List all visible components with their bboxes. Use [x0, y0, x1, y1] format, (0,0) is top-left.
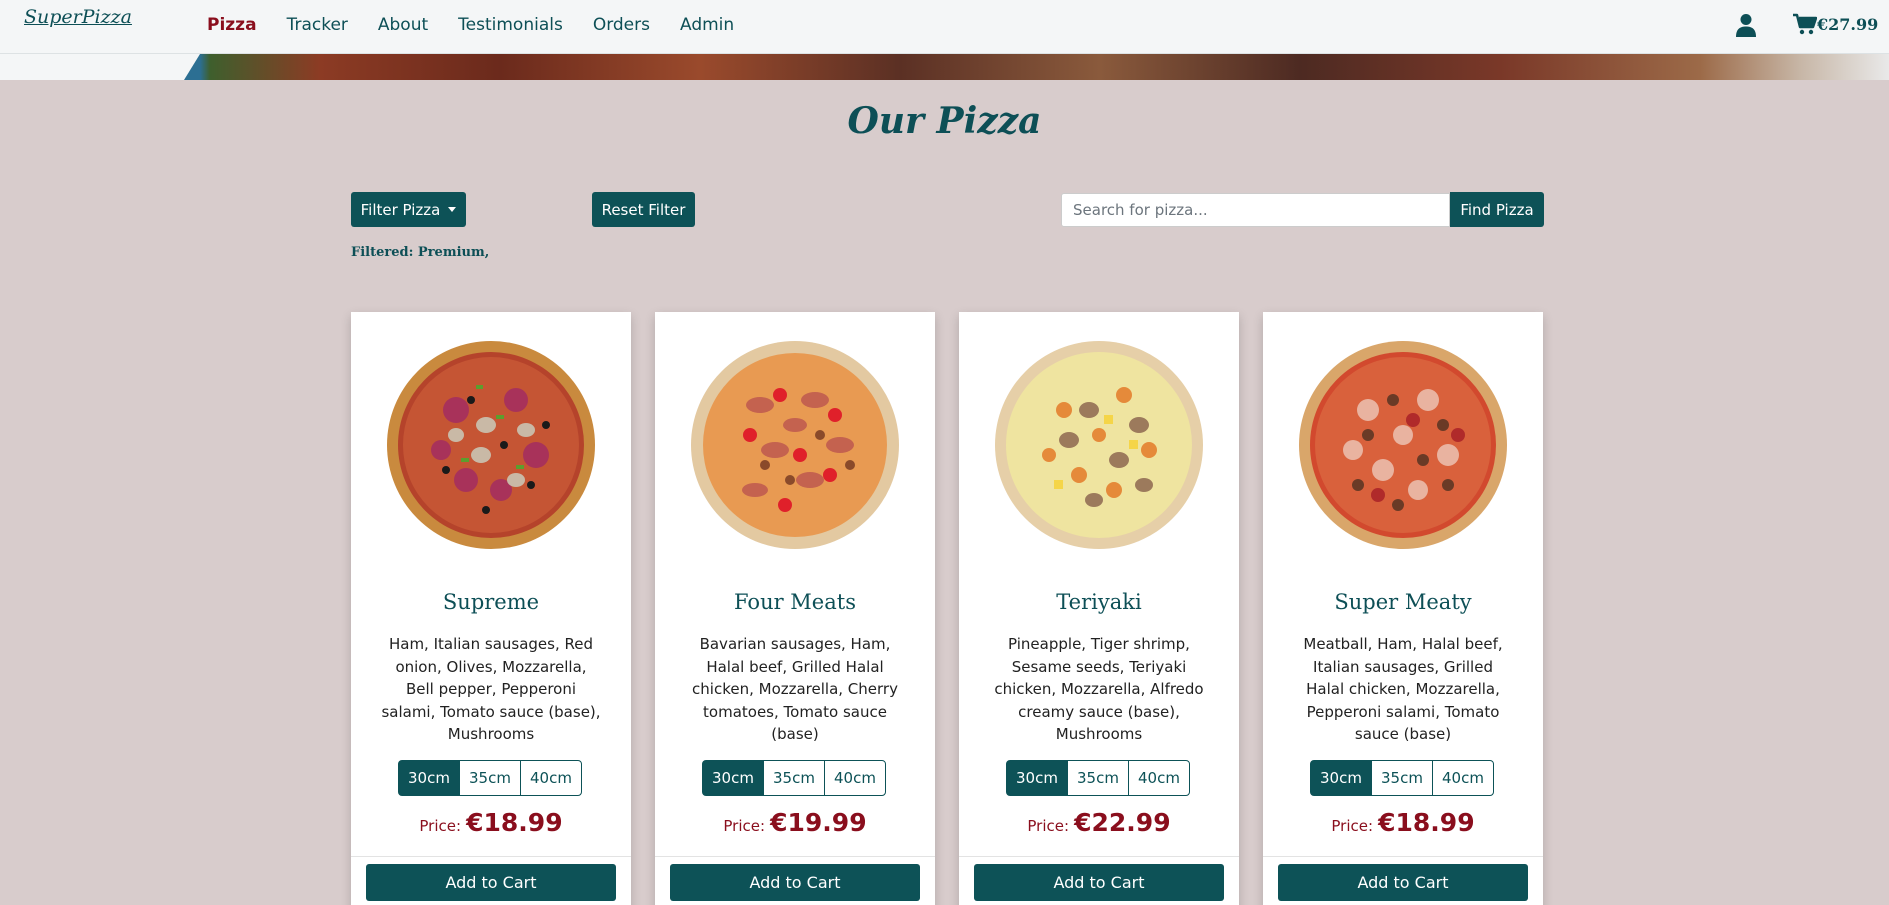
filter-pizza-label: Filter Pizza: [360, 200, 441, 219]
hero-banner: [0, 54, 1889, 80]
price-label: Price:: [1331, 817, 1374, 835]
pizza-card-super-meaty: Super Meaty Meatball, Ham, Halal beef, I…: [1263, 312, 1543, 905]
size-selector: 30cm 35cm 40cm: [398, 760, 582, 796]
price: Price: €19.99: [655, 808, 935, 837]
pizza-name: Super Meaty: [1334, 590, 1472, 614]
add-to-cart-button[interactable]: Add to Cart: [1278, 864, 1528, 901]
price: Price: €18.99: [351, 808, 631, 837]
size-option-30cm[interactable]: 30cm: [702, 760, 764, 796]
nav-link-testimonials[interactable]: Testimonials: [458, 15, 563, 35]
pizza-image: [387, 341, 595, 549]
cart-link[interactable]: €27.99: [1793, 13, 1878, 35]
size-option-35cm[interactable]: 35cm: [1371, 760, 1433, 796]
pizza-image: [691, 341, 899, 549]
price-label: Price:: [419, 817, 462, 835]
pizza-description: Meatball, Ham, Halal beef, Italian sausa…: [1303, 635, 1503, 743]
add-to-cart-button[interactable]: Add to Cart: [974, 864, 1224, 901]
card-divider: [351, 856, 631, 857]
pizza-image: [995, 341, 1203, 549]
nav-links: Pizza Tracker About Testimonials Orders …: [207, 15, 764, 35]
size-option-35cm[interactable]: 35cm: [459, 760, 521, 796]
size-option-30cm[interactable]: 30cm: [1006, 760, 1068, 796]
card-divider: [959, 856, 1239, 857]
price-value: €19.99: [770, 808, 867, 837]
pizza-image: [1299, 341, 1507, 549]
page-title: Our Pizza: [847, 100, 1042, 142]
add-to-cart-button[interactable]: Add to Cart: [670, 864, 920, 901]
pizza-card-four-meats: Four Meats Bavarian sausages, Ham, Halal…: [655, 312, 935, 905]
size-option-30cm[interactable]: 30cm: [1310, 760, 1372, 796]
size-option-40cm[interactable]: 40cm: [824, 760, 886, 796]
pizza-description: Bavarian sausages, Ham, Halal beef, Gril…: [692, 635, 898, 743]
find-pizza-button[interactable]: Find Pizza: [1450, 192, 1544, 227]
nav-link-about[interactable]: About: [378, 15, 428, 35]
cart-total: €27.99: [1817, 14, 1879, 34]
pizza-name: Supreme: [442, 590, 540, 614]
price: Price: €22.99: [959, 808, 1239, 837]
pizza-name: Four Meats: [734, 590, 856, 614]
size-option-40cm[interactable]: 40cm: [1128, 760, 1190, 796]
hero-edge: [0, 54, 200, 80]
pizza-card-supreme: Supreme Ham, Italian sausages, Red onion…: [351, 312, 631, 905]
pizza-description: Pineapple, Tiger shrimp, Sesame seeds, T…: [994, 635, 1204, 743]
size-selector: 30cm 35cm 40cm: [702, 760, 886, 796]
pizza-card-teriyaki: Teriyaki Pineapple, Tiger shrimp, Sesame…: [959, 312, 1239, 905]
price-label: Price:: [723, 817, 766, 835]
nav-link-tracker[interactable]: Tracker: [287, 15, 348, 35]
card-divider: [1263, 856, 1543, 857]
price-value: €18.99: [466, 808, 563, 837]
card-divider: [655, 856, 935, 857]
size-selector: 30cm 35cm 40cm: [1006, 760, 1190, 796]
pizza-description: Ham, Italian sausages, Red onion, Olives…: [381, 635, 601, 743]
search-input[interactable]: [1061, 193, 1450, 227]
cart-icon: [1793, 13, 1817, 35]
add-to-cart-button[interactable]: Add to Cart: [366, 864, 616, 901]
filtered-status: Filtered: Premium,: [351, 245, 490, 260]
brand-logo[interactable]: SuperPizza: [24, 6, 132, 28]
nav-link-orders[interactable]: Orders: [593, 15, 650, 35]
nav-link-admin[interactable]: Admin: [680, 15, 734, 35]
size-option-35cm[interactable]: 35cm: [763, 760, 825, 796]
caret-down-icon: [448, 207, 457, 212]
reset-filter-button[interactable]: Reset Filter: [592, 192, 695, 227]
navbar: SuperPizza Pizza Tracker About Testimoni…: [0, 0, 1889, 54]
pizza-name: Teriyaki: [1056, 590, 1142, 614]
price-value: €18.99: [1378, 808, 1475, 837]
size-option-35cm[interactable]: 35cm: [1067, 760, 1129, 796]
price-label: Price:: [1027, 817, 1070, 835]
nav-link-pizza[interactable]: Pizza: [207, 15, 257, 35]
size-option-40cm[interactable]: 40cm: [1432, 760, 1494, 796]
price: Price: €18.99: [1263, 808, 1543, 837]
size-selector: 30cm 35cm 40cm: [1310, 760, 1494, 796]
price-value: €22.99: [1074, 808, 1171, 837]
size-option-30cm[interactable]: 30cm: [398, 760, 460, 796]
size-option-40cm[interactable]: 40cm: [520, 760, 582, 796]
user-icon[interactable]: [1735, 13, 1757, 37]
filter-pizza-button[interactable]: Filter Pizza: [351, 192, 466, 227]
